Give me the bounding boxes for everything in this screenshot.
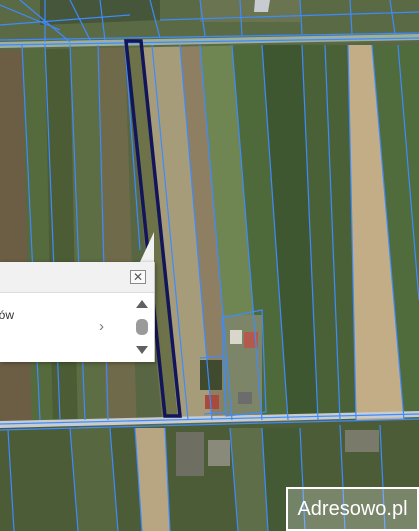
scroll-up-icon[interactable] — [136, 300, 148, 308]
watermark-logo: Adresowo.pl — [286, 487, 419, 531]
popup-scrollbar[interactable] — [132, 296, 152, 358]
close-icon[interactable]: ✕ — [130, 270, 146, 284]
scroll-thumb[interactable] — [136, 319, 148, 335]
popup-item-label[interactable]: nków — [0, 308, 14, 322]
popup-pointer — [140, 232, 154, 262]
chevron-right-icon[interactable]: › — [99, 318, 104, 335]
popup-header: ✕ — [0, 262, 154, 293]
scroll-down-icon[interactable] — [136, 346, 148, 354]
